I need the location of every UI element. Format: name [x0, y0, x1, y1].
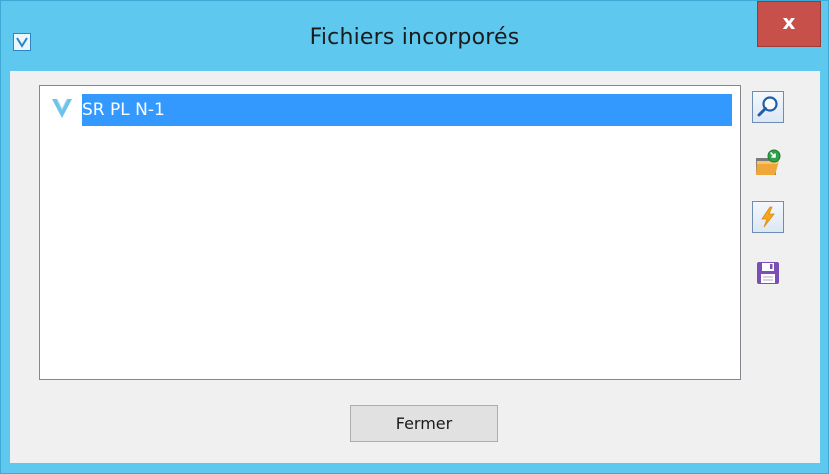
import-button[interactable] — [752, 147, 784, 179]
window-close-button[interactable]: x — [757, 1, 821, 47]
close-dialog-button[interactable]: Fermer — [350, 405, 498, 442]
title-bar[interactable]: Fichiers incorporés x — [1, 1, 828, 71]
save-button[interactable] — [752, 257, 784, 289]
execute-button[interactable] — [752, 201, 784, 233]
view-button[interactable] — [752, 91, 784, 123]
dialog-window: Fichiers incorporés x SR PL N-1 Fermer — [0, 0, 829, 474]
dialog-content: SR PL N-1 Fermer — [10, 71, 820, 463]
close-icon: x — [782, 10, 796, 34]
list-item[interactable]: SR PL N-1 — [48, 94, 732, 126]
list-item-label: SR PL N-1 — [82, 94, 732, 126]
window-title: Fichiers incorporés — [309, 25, 520, 50]
embedded-files-list[interactable]: SR PL N-1 — [39, 85, 741, 380]
v-logo-icon — [50, 96, 74, 120]
